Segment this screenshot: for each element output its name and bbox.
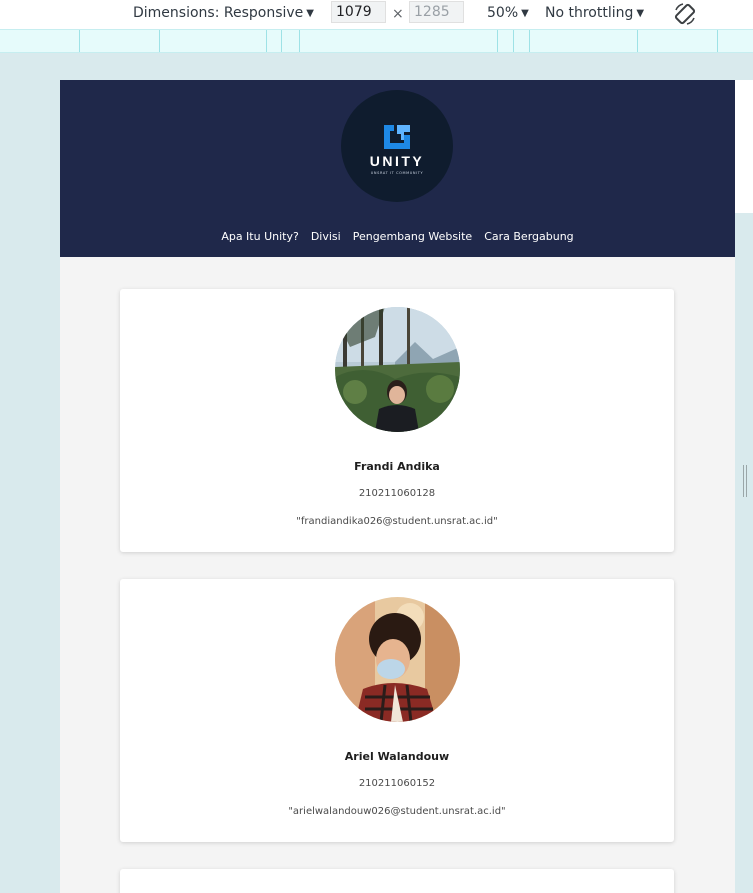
- nav-item-cara-bergabung[interactable]: Cara Bergabung: [484, 230, 573, 243]
- width-input[interactable]: 1079: [331, 1, 386, 23]
- nav-item-apa-itu-unity[interactable]: Apa Itu Unity?: [221, 230, 299, 243]
- media-query-marker[interactable]: [717, 30, 718, 52]
- nav-item-divisi[interactable]: Divisi: [311, 230, 341, 243]
- media-query-marker[interactable]: [159, 30, 160, 52]
- times-symbol: ×: [392, 6, 404, 22]
- media-query-marker[interactable]: [637, 30, 638, 52]
- member-photo: [335, 597, 460, 722]
- dimensions-dropdown[interactable]: Dimensions: Responsive ▼: [133, 4, 314, 23]
- member-name: Frandi Andika: [354, 460, 440, 473]
- member-card: Frandi Andika 210211060128 "frandiandika…: [120, 289, 674, 552]
- throttling-label: No throttling: [545, 5, 634, 21]
- media-query-marker[interactable]: [513, 30, 514, 52]
- throttling-dropdown[interactable]: No throttling ▼: [545, 4, 644, 23]
- resize-handle[interactable]: [743, 465, 747, 497]
- zoom-label: 50%: [487, 5, 519, 21]
- member-photo: [335, 307, 460, 432]
- chevron-down-icon: ▼: [636, 8, 645, 19]
- media-query-marker[interactable]: [299, 30, 300, 52]
- site-header: UNITY UNSRAT IT COMMUNITY Apa Itu Unity?…: [60, 80, 735, 257]
- unity-logo-icon: [384, 125, 410, 149]
- logo-text: UNITY: [369, 153, 425, 169]
- zoom-dropdown[interactable]: 50% ▼: [487, 4, 529, 23]
- media-query-bar: [0, 29, 753, 53]
- member-nim: 210211060152: [358, 778, 436, 789]
- chevron-down-icon: ▼: [521, 8, 529, 19]
- media-query-marker[interactable]: [79, 30, 80, 52]
- nav-item-pengembang-website[interactable]: Pengembang Website: [353, 230, 472, 243]
- media-query-marker[interactable]: [266, 30, 267, 52]
- member-name: Ariel Walandouw: [344, 750, 450, 763]
- member-card: [120, 869, 674, 893]
- logo-subtext: UNSRAT IT COMMUNITY: [370, 171, 424, 175]
- main-nav: Apa Itu Unity? Divisi Pengembang Website Ca…: [60, 230, 735, 243]
- devtools-toolbar: Dimensions: Responsive ▼ 1079 × 1285 50% ▼…: [0, 0, 753, 29]
- dimensions-label: Dimensions: Responsive: [133, 5, 304, 21]
- member-email: "arielwalandouw026@student.unsrat.ac.id": [288, 806, 506, 817]
- chevron-down-icon: ▼: [306, 8, 314, 19]
- member-email: "frandiandika026@student.unsrat.ac.id": [296, 516, 498, 527]
- media-query-marker[interactable]: [497, 30, 498, 52]
- media-query-marker[interactable]: [529, 30, 530, 52]
- rotate-icon[interactable]: [672, 1, 698, 27]
- media-query-marker[interactable]: [281, 30, 282, 52]
- viewport-side-strip: [735, 80, 753, 213]
- member-nim: 210211060128: [358, 488, 436, 499]
- unity-logo[interactable]: UNITY UNSRAT IT COMMUNITY: [341, 90, 453, 202]
- emulated-viewport: UNITY UNSRAT IT COMMUNITY Apa Itu Unity?…: [60, 80, 735, 893]
- height-input[interactable]: 1285: [409, 1, 464, 23]
- member-card: Ariel Walandouw 210211060152 "arielwalan…: [120, 579, 674, 842]
